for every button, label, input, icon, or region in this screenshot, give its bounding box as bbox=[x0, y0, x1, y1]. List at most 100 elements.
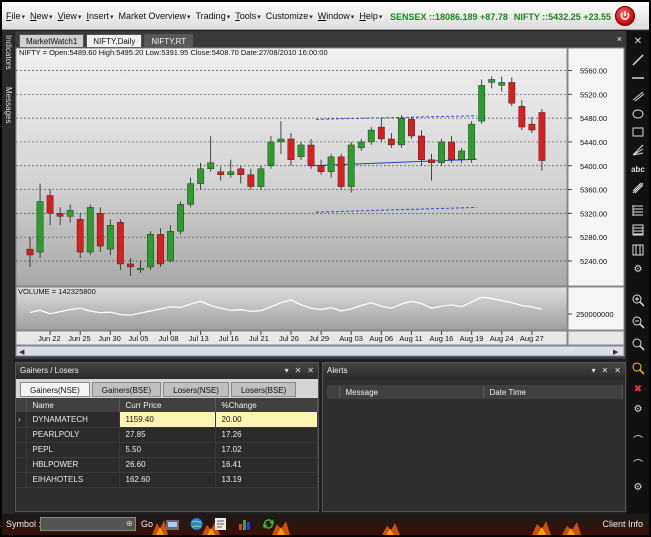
candle[interactable] bbox=[147, 233, 154, 268]
candle[interactable] bbox=[257, 168, 265, 187]
magnifier-reset-icon[interactable] bbox=[630, 337, 646, 351]
pitchfork-tool-icon[interactable] bbox=[630, 181, 646, 195]
candle[interactable] bbox=[488, 79, 496, 83]
indicators-tab[interactable]: Indicators bbox=[3, 35, 13, 70]
menu-window[interactable]: Window▾ bbox=[318, 11, 355, 21]
candle[interactable] bbox=[327, 156, 335, 172]
gear-secondary-icon[interactable]: ⚙ bbox=[630, 403, 646, 417]
candle[interactable] bbox=[106, 225, 114, 250]
table-row[interactable]: PEARLPOLY 27.85 17.26 bbox=[16, 427, 318, 443]
candle[interactable] bbox=[207, 162, 215, 169]
settings-gear-icon[interactable]: ⚙ bbox=[630, 263, 646, 277]
chart-close-button[interactable]: × bbox=[617, 34, 622, 44]
candle[interactable] bbox=[418, 135, 425, 160]
menu-trading[interactable]: Trading▾ bbox=[196, 11, 231, 21]
menu-market-overview[interactable]: Market Overview▾ bbox=[118, 11, 190, 21]
candle[interactable] bbox=[508, 82, 516, 104]
news-icon[interactable] bbox=[213, 516, 228, 532]
menu-customize[interactable]: Customize▾ bbox=[266, 11, 313, 21]
symbol-input[interactable] bbox=[40, 517, 136, 531]
expand-icon[interactable]: ⌒ bbox=[630, 435, 646, 449]
price-chart[interactable]: NIFTY = Open:5489.60 High:5495.20 Low:53… bbox=[15, 47, 626, 359]
candle[interactable] bbox=[36, 201, 44, 253]
candle[interactable] bbox=[66, 210, 74, 217]
candle[interactable] bbox=[458, 150, 466, 160]
symbol-dropdown-icon[interactable]: ⊕ bbox=[126, 519, 133, 528]
candle[interactable] bbox=[267, 141, 275, 166]
column-header-change[interactable]: %Change bbox=[215, 398, 318, 412]
candle[interactable] bbox=[357, 141, 365, 149]
candle[interactable] bbox=[227, 171, 235, 175]
candle[interactable] bbox=[46, 195, 54, 214]
candle[interactable] bbox=[177, 204, 184, 232]
alerts-dropdown-icon[interactable]: ▾ bbox=[592, 363, 596, 379]
line-tool-icon[interactable] bbox=[630, 53, 646, 67]
zoom-in-icon[interactable] bbox=[630, 293, 646, 307]
candle[interactable] bbox=[468, 123, 476, 160]
candle[interactable] bbox=[277, 138, 285, 143]
table-row[interactable]: HBLPOWER 26.60 16.41 bbox=[16, 457, 318, 473]
tab-gainers-bse[interactable]: Gainers(BSE) bbox=[91, 382, 162, 397]
tab-marketwatch1[interactable]: MarketWatch1 bbox=[19, 34, 85, 47]
table-row[interactable]: PEPL 5.50 17.02 bbox=[16, 442, 318, 458]
messages-tab[interactable]: Messages bbox=[3, 87, 13, 123]
table-row[interactable]: EIHAHOTELS 162.60 13.19 bbox=[16, 472, 318, 488]
candle[interactable] bbox=[377, 126, 385, 140]
candle[interactable] bbox=[347, 144, 355, 187]
column-header-message[interactable]: Message bbox=[339, 385, 484, 399]
candle[interactable] bbox=[237, 168, 245, 175]
candle[interactable] bbox=[56, 213, 64, 217]
panel-dropdown-icon[interactable]: ▾ bbox=[285, 363, 289, 379]
ray-tool-icon[interactable] bbox=[630, 89, 646, 103]
candle[interactable] bbox=[397, 117, 405, 146]
text-tool-icon[interactable]: abc bbox=[630, 163, 646, 177]
candle[interactable] bbox=[428, 159, 435, 163]
candle[interactable] bbox=[438, 141, 445, 163]
go-button[interactable]: Go bbox=[141, 519, 153, 529]
close-chart-icon[interactable]: ✕ bbox=[630, 35, 646, 49]
client-info-button[interactable]: Client Info bbox=[602, 519, 643, 529]
candle[interactable] bbox=[76, 219, 84, 253]
trading-icon[interactable] bbox=[165, 516, 180, 532]
gann-tool-icon[interactable] bbox=[630, 223, 646, 237]
menu-tools[interactable]: Tools▾ bbox=[235, 11, 261, 21]
tab-losers-bse[interactable]: Losers(BSE) bbox=[230, 382, 297, 397]
candle[interactable] bbox=[217, 171, 225, 175]
panel-pin-icon[interactable]: ✕ bbox=[295, 363, 302, 379]
tab-nifty-rt[interactable]: NIFTY,RT bbox=[144, 34, 194, 47]
menu-view[interactable]: View▾ bbox=[58, 11, 82, 21]
candle[interactable] bbox=[157, 233, 164, 265]
candle[interactable] bbox=[518, 106, 526, 128]
candle[interactable] bbox=[197, 168, 205, 184]
zoom-out-icon[interactable] bbox=[630, 315, 646, 329]
scroll-left-icon[interactable]: ◀ bbox=[19, 349, 25, 356]
column-header-price[interactable]: Curr Price bbox=[119, 398, 216, 412]
candle[interactable] bbox=[187, 183, 195, 205]
candle[interactable] bbox=[317, 165, 325, 172]
tab-nifty-daily[interactable]: NIFTY,Daily bbox=[86, 34, 143, 47]
candle[interactable] bbox=[478, 85, 486, 122]
candle[interactable] bbox=[116, 222, 124, 265]
menu-help[interactable]: Help▾ bbox=[359, 11, 382, 21]
candle[interactable] bbox=[126, 263, 134, 268]
horizontal-line-icon[interactable] bbox=[630, 71, 646, 85]
ellipse-tool-icon[interactable] bbox=[630, 107, 646, 121]
candle[interactable] bbox=[297, 144, 305, 158]
candle[interactable] bbox=[86, 207, 94, 253]
rectangle-tool-icon[interactable] bbox=[630, 125, 646, 139]
scroll-right-icon[interactable]: ▶ bbox=[613, 349, 619, 356]
column-header-name[interactable]: Name bbox=[26, 398, 120, 412]
fibonacci-tool-icon[interactable] bbox=[630, 203, 646, 217]
candle[interactable] bbox=[528, 123, 536, 131]
candle[interactable] bbox=[137, 267, 144, 271]
alerts-pin-icon[interactable]: ✕ bbox=[602, 363, 609, 379]
candle[interactable] bbox=[247, 174, 255, 187]
candle[interactable] bbox=[448, 141, 455, 160]
menu-new[interactable]: New▾ bbox=[30, 11, 53, 21]
properties-gear-icon[interactable]: ⚙ bbox=[630, 481, 646, 495]
candle[interactable] bbox=[498, 82, 506, 86]
tab-losers-nse[interactable]: Losers(NSE) bbox=[163, 382, 229, 397]
candle[interactable] bbox=[26, 248, 34, 256]
candle[interactable] bbox=[167, 231, 174, 262]
candle[interactable] bbox=[538, 112, 546, 161]
